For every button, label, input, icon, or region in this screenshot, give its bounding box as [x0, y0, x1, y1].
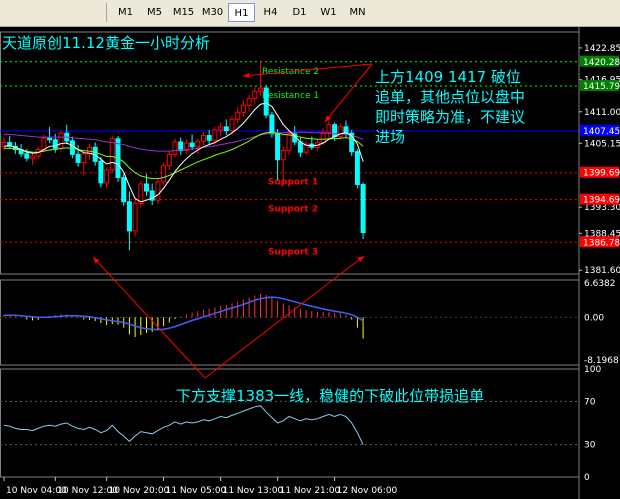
macd-tick-label-0: 6.6382 [584, 279, 616, 289]
candle-body-63 [360, 184, 366, 233]
candle-body-39 [223, 126, 229, 132]
candle-body-23 [132, 202, 138, 232]
candle-27 [155, 178, 161, 204]
time-label-4: 11 Nov 13:00 [223, 486, 284, 496]
candle-body-10 [58, 132, 64, 149]
candle-23 [132, 199, 138, 237]
macd-tick-label-1: 0.00 [584, 313, 604, 323]
candle-body-28 [161, 165, 167, 183]
annotation-bottom: 下方支撑1383一线，稳健的下破此位带损追单 [176, 387, 484, 405]
candle-body-48 [275, 133, 281, 161]
timeframe-m5-button[interactable]: M5 [141, 3, 168, 22]
candle-30 [172, 138, 178, 158]
annotation-line-2: 追单，其他点位以盘中 [375, 88, 525, 106]
candle-63 [360, 182, 366, 239]
candle-24 [138, 180, 144, 208]
time-label-2: 10 Nov 20:00 [109, 486, 170, 496]
level-label-4: Support 3 [268, 247, 318, 257]
timeframe-h1-button[interactable]: H1 [228, 3, 255, 22]
timeframe-w1-button[interactable]: W1 [315, 3, 342, 22]
price-tag-label-5: 1386.78 [583, 238, 620, 248]
price-chart: Resistance 2Resistance 1Support 1Support… [0, 27, 620, 499]
candle-body-18 [104, 169, 110, 184]
candle-28 [161, 162, 167, 186]
timeframe-d1-button[interactable]: D1 [286, 3, 313, 22]
level-label-3: Support 2 [268, 205, 318, 215]
candle-body-21 [121, 177, 127, 203]
candle-body-17 [98, 160, 104, 184]
candle-61 [349, 130, 355, 156]
candle-body-35 [201, 134, 206, 142]
price-tick-label-3: 1405.15 [584, 139, 620, 149]
candle-body-13 [75, 153, 81, 163]
price-tick-label-0: 1422.85 [584, 44, 620, 54]
candle-body-27 [155, 181, 161, 201]
candle-body-12 [69, 140, 75, 155]
candle-body-41 [235, 111, 241, 120]
candle-body-9 [52, 139, 58, 149]
candle-body-40 [229, 118, 235, 132]
timeframe-m30-button[interactable]: M30 [199, 3, 226, 22]
candle-body-22 [126, 201, 132, 232]
candle-body-34 [195, 140, 201, 148]
osc-tick-label-1: 70 [584, 397, 596, 407]
price-tag-label-1: 1415.79 [583, 82, 620, 92]
annotation-line-3: 即时策略为准，不建议 [375, 108, 525, 126]
price-tag-label-4: 1394.69 [583, 196, 620, 206]
candle-62 [354, 148, 360, 189]
level-label-1: Resistance 1 [262, 91, 319, 101]
price-tick-label-2: 1411.00 [584, 108, 620, 118]
candle-body-37 [212, 129, 218, 141]
timeframe-m1-button[interactable]: M1 [112, 3, 139, 22]
annotation-line-4: 进场 [375, 128, 405, 146]
candle-body-44 [252, 90, 258, 99]
osc-tick-label-3: 0 [584, 473, 590, 483]
osc-tick-label-0: 100 [584, 365, 601, 375]
time-label-3: 11 Nov 05:00 [166, 486, 227, 496]
chart-title: 天道原创11.12黄金一小时分析 [2, 34, 210, 52]
candle-body-62 [354, 151, 360, 186]
candle-body-46 [263, 87, 269, 116]
candle-body-49 [280, 150, 286, 161]
price-tag-label-3: 1399.69 [583, 169, 620, 179]
candle-body-47 [269, 114, 275, 135]
candle-body-45 [258, 87, 263, 92]
price-tag-label-2: 1407.45 [583, 127, 620, 137]
candle-body-29 [166, 153, 172, 167]
timeframe-h4-button[interactable]: H4 [257, 3, 284, 22]
candle-body-25 [144, 183, 149, 192]
osc-tick-label-2: 30 [584, 441, 596, 451]
candle-body-4 [24, 153, 30, 159]
timeframe-mn-button[interactable]: MN [344, 3, 371, 22]
time-label-6: 12 Nov 06:00 [337, 486, 398, 496]
candle-body-52 [297, 141, 303, 153]
level-label-2: Support 1 [268, 178, 318, 188]
candle-body-50 [286, 133, 292, 152]
candle-21 [121, 173, 127, 207]
candle-body-8 [47, 137, 53, 141]
annotation-line-1: 上方1409 1417 破位 [375, 68, 521, 86]
candle-body-14 [81, 153, 87, 163]
candle-19 [109, 135, 115, 174]
candle-body-30 [172, 141, 178, 155]
timeframe-toolbar: M1 M5 M15 M30 H1 H4 D1 W1 MN [0, 0, 620, 27]
candle-body-58 [332, 124, 338, 138]
candle-46 [263, 85, 269, 119]
timeframe-m15-button[interactable]: M15 [170, 3, 197, 22]
candle-body-19 [109, 138, 115, 171]
candle-body-38 [218, 126, 224, 131]
price-tick-label-6: 1381.60 [584, 266, 620, 276]
candle-body-42 [240, 104, 246, 113]
candle-body-33 [189, 142, 195, 148]
candle-body-36 [206, 134, 212, 141]
candle-body-43 [246, 97, 252, 106]
candle-body-57 [326, 124, 332, 133]
toolbar-separator [106, 3, 107, 22]
time-label-5: 11 Nov 21:00 [280, 486, 341, 496]
candle-body-31 [178, 141, 184, 152]
candle-body-7 [41, 137, 47, 150]
price-tag-label-0: 1420.28 [583, 58, 620, 68]
candle-17 [98, 157, 104, 188]
candle-body-5 [30, 155, 35, 159]
